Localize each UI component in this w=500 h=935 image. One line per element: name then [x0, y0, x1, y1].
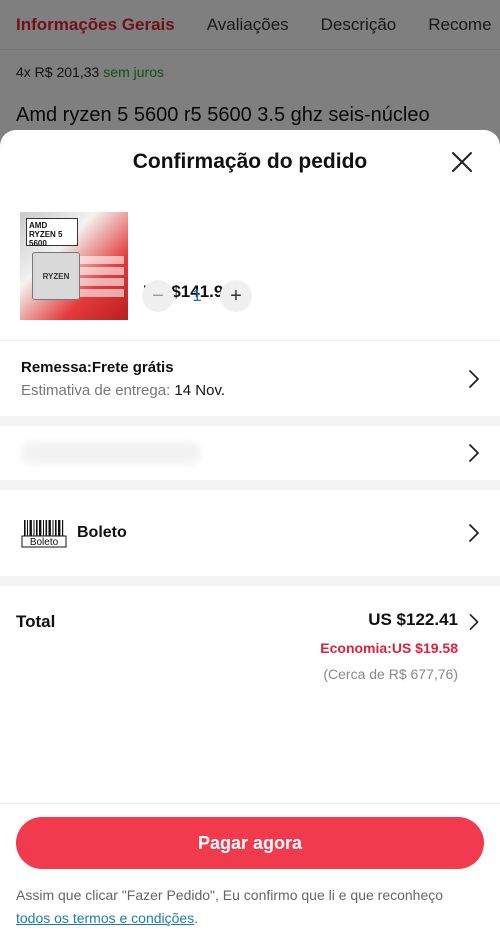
product-image: AMD RYZEN 5 5600 RYZEN	[20, 212, 128, 320]
terms-end: .	[194, 910, 199, 926]
total-section: Total US $122.41 Economia:US $19.58 (Cer…	[0, 586, 500, 696]
product-image-bands	[80, 256, 124, 308]
product-summary: AMD RYZEN 5 5600 RYZEN US $141.99	[0, 194, 500, 340]
delivery-estimate-label: Estimativa de entrega:	[21, 381, 171, 399]
terms-text: Assim que clicar "Fazer Pedido", Eu conf…	[16, 887, 444, 903]
chevron-right-icon	[469, 444, 479, 462]
terms-notice: Assim que clicar "Fazer Pedido", Eu conf…	[16, 884, 456, 930]
product-image-chip: RYZEN	[32, 252, 80, 300]
decrease-quantity-button[interactable]: −	[142, 280, 174, 312]
close-icon[interactable]	[450, 150, 474, 174]
shipping-title: Remessa:Frete grátis	[21, 358, 174, 376]
shipping-row[interactable]: Remessa:Frete grátis Estimativa de entre…	[0, 341, 500, 416]
boleto-icon: Boleto	[21, 520, 67, 548]
total-label: Total	[16, 612, 56, 631]
increase-quantity-button[interactable]: +	[220, 280, 252, 312]
approx-brl-value: (Cerca de R$ 677,76)	[323, 666, 458, 682]
blurred-content	[21, 442, 201, 464]
quantity-value[interactable]: 1	[174, 286, 220, 306]
sheet-header: Confirmação do pedido	[0, 130, 500, 194]
payment-method-row[interactable]: Boleto Boleto	[0, 490, 500, 576]
section-gap	[0, 480, 500, 490]
order-confirmation-sheet: Confirmação do pedido AMD RYZEN 5 5600 R…	[0, 130, 500, 935]
total-value[interactable]: US $122.41	[368, 610, 458, 630]
chevron-right-icon	[469, 369, 479, 388]
pay-now-button[interactable]: Pagar agora	[16, 817, 484, 869]
payment-method-label: Boleto	[77, 524, 127, 541]
sheet-title: Confirmação do pedido	[132, 150, 368, 173]
boleto-logo-text: Boleto	[30, 537, 59, 548]
product-image-box: AMD RYZEN 5 5600	[26, 218, 78, 248]
checkout-bar: Pagar agora Assim que clicar "Fazer Pedi…	[0, 803, 500, 935]
blurred-address-row[interactable]	[0, 426, 500, 480]
quantity-stepper: − 1 +	[142, 280, 252, 312]
section-gap	[0, 416, 500, 426]
chevron-right-icon	[469, 524, 479, 542]
section-gap	[0, 576, 500, 586]
economy-value: Economia:US $19.58	[320, 640, 458, 656]
terms-link[interactable]: todos os termos e condições	[16, 910, 194, 926]
chevron-right-icon[interactable]	[468, 613, 480, 631]
delivery-estimate: Estimativa de entrega: 14 Nov.	[21, 382, 225, 399]
delivery-estimate-date: 14 Nov.	[174, 381, 226, 399]
